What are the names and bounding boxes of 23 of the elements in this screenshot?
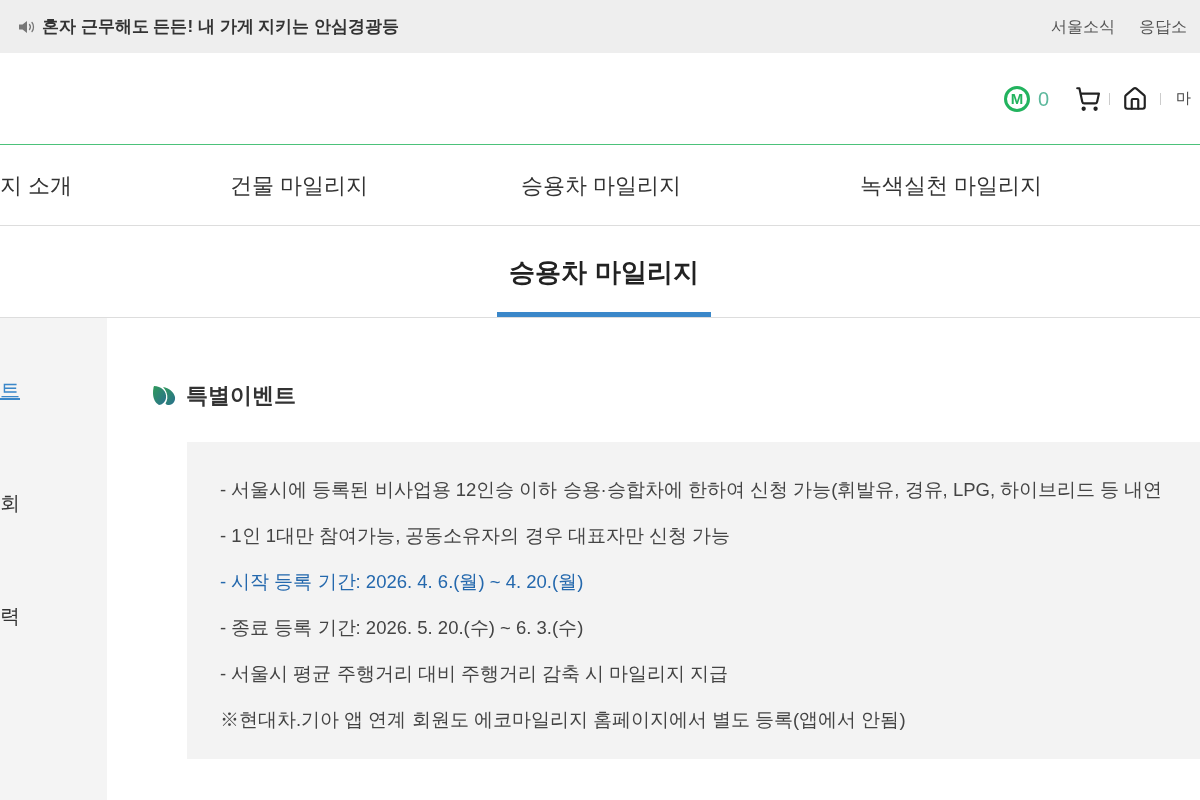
mileage-count: 0	[1037, 88, 1049, 109]
section-title: 특별이벤트	[186, 381, 296, 410]
side-menu-item[interactable]: 력	[0, 601, 20, 631]
nav-link[interactable]: 승용차 마일리지	[521, 172, 682, 198]
home-icon[interactable]	[1122, 85, 1148, 112]
info-line: - 1인 1대만 참여가능, 공동소유자의 경우 대표자만 신청 가능	[220, 524, 730, 548]
cart-icon[interactable]	[1075, 85, 1101, 112]
notice-text[interactable]: 혼자 근무해도 든든! 내 가게 지키는 안심경광등	[42, 13, 399, 40]
top-link[interactable]: 서울소식	[1051, 14, 1115, 39]
leaf-icon	[152, 384, 176, 406]
nav-link[interactable]: 지 소개	[0, 172, 73, 198]
speaker-icon	[18, 19, 36, 34]
info-line: - 서울시 평균 주행거리 대비 주행거리 감축 시 마일리지 지급	[220, 662, 729, 686]
side-menu-item[interactable]: 회	[0, 488, 20, 518]
nav-link[interactable]: 건물 마일리지	[230, 172, 369, 198]
page-title: 승용차 마일리지	[497, 255, 711, 317]
nav-link[interactable]: 녹색실천 마일리지	[860, 172, 1043, 198]
top-link[interactable]: 응답소	[1139, 14, 1187, 39]
menu-link[interactable]: 마	[1176, 87, 1200, 110]
info-line: - 시작 등록 기간: 2026. 4. 6.(월) ~ 4. 20.(월)	[220, 570, 584, 594]
info-line: - 서울시에 등록된 비사업용 12인승 이하 승용·승합차에 한하여 신청 가능(휘발유, 경유, LPG, 하이브리드 등 내연	[220, 478, 1163, 502]
info-line: - 종료 등록 기간: 2026. 5. 20.(수) ~ 6. 3.(수)	[220, 616, 584, 640]
info-line: ※현대차.기아 앱 연계 회원도 에코마일리지 홈페이지에서 별도 등록(앱에서 안됨)	[220, 708, 906, 732]
